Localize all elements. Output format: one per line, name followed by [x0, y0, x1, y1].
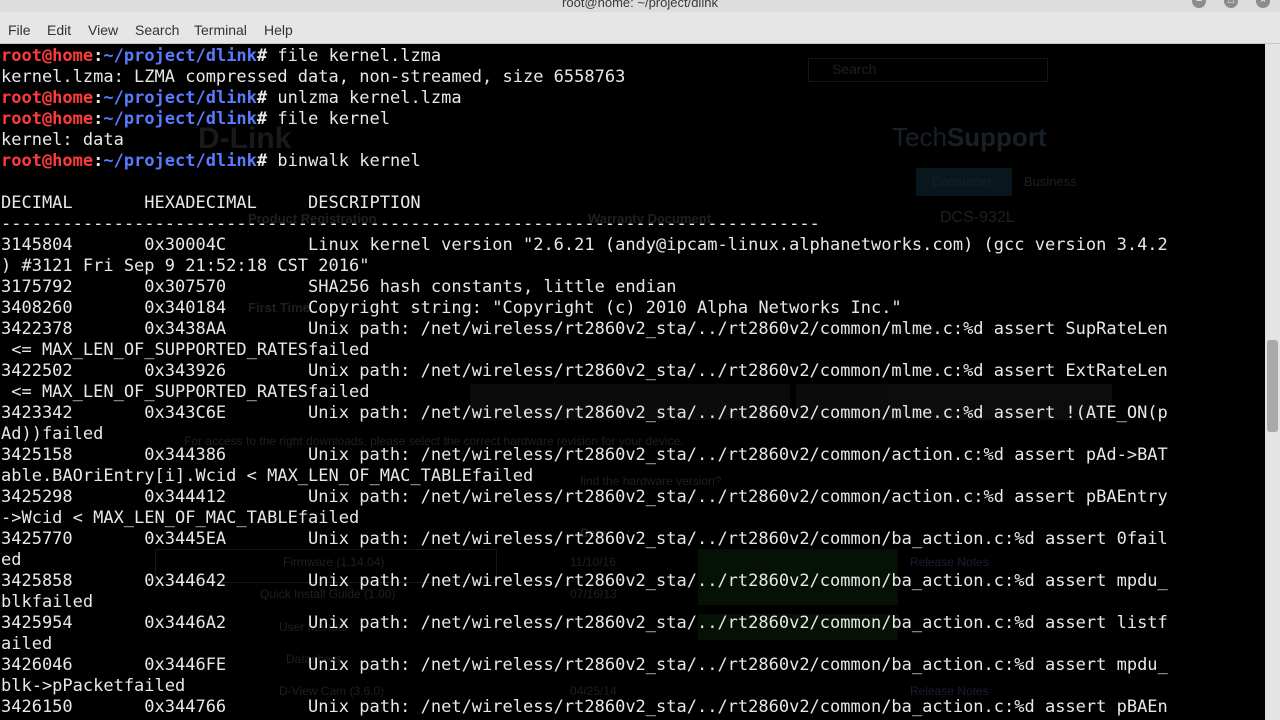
output-text: blk->pPacketfailed: [1, 676, 186, 696]
output-text: 3425858 0x344642 Unix path: /net/wireles…: [1, 571, 1168, 591]
prompt-separator: :: [93, 109, 104, 129]
menu-search[interactable]: Search: [135, 22, 179, 38]
prompt-separator: :: [93, 151, 104, 171]
prompt-user: root@home: [1, 88, 94, 108]
output-text: 3145804 0x30004C Linux kernel version "2…: [1, 235, 1168, 255]
terminal-output-line: 3425158 0x344386 Unix path: /net/wireles…: [1, 445, 1168, 466]
output-text: able.BAOriEntry[i].Wcid < MAX_LEN_OF_MAC…: [1, 466, 534, 486]
command-text: unlzma kernel.lzma: [267, 88, 462, 108]
output-text: ) #3121 Fri Sep 9 21:52:18 CST 2016": [1, 256, 370, 276]
terminal-output-line: ----------------------------------------…: [1, 214, 1168, 235]
terminal-output-line: 3422378 0x3438AA Unix path: /net/wireles…: [1, 319, 1168, 340]
terminal-output-line: ed: [1, 550, 1168, 571]
output-text: 3425158 0x344386 Unix path: /net/wireles…: [1, 445, 1168, 465]
terminal-output-line: kernel: data: [1, 130, 1168, 151]
window-title: root@home: ~/project/dlink: [562, 0, 718, 10]
terminal-command-line: root@home:~/project/dlink# file kernel.l…: [1, 46, 1168, 67]
output-text: blkfailed: [1, 592, 94, 612]
prompt-symbol: #: [256, 46, 268, 66]
menu-terminal[interactable]: Terminal: [194, 22, 247, 38]
output-text: 3175792 0x307570 SHA256 hash constants, …: [1, 277, 677, 297]
terminal-output-line: 3426046 0x3446FE Unix path: /net/wireles…: [1, 655, 1168, 676]
prompt-separator: :: [93, 46, 104, 66]
terminal-output-line: 3426150 0x344766 Unix path: /net/wireles…: [1, 697, 1168, 718]
output-text: <= MAX_LEN_OF_SUPPORTED_RATESfailed: [1, 340, 370, 360]
output-text: kernel.lzma: LZMA compressed data, non-s…: [1, 67, 626, 87]
terminal-command-line: root@home:~/project/dlink# file kernel: [1, 109, 1168, 130]
terminal-area[interactable]: Search D-Link TechSupport Consumer Busin…: [0, 44, 1265, 720]
terminal-output-line: 3425298 0x344412 Unix path: /net/wireles…: [1, 487, 1168, 508]
output-text: 3425954 0x3446A2 Unix path: /net/wireles…: [1, 613, 1168, 633]
output-text: 3426150 0x344766 Unix path: /net/wireles…: [1, 697, 1168, 717]
prompt-symbol: #: [256, 151, 268, 171]
terminal-output-line: ailed: [1, 634, 1168, 655]
terminal-output-line: kernel.lzma: LZMA compressed data, non-s…: [1, 67, 1168, 88]
terminal-output-line: 3425954 0x3446A2 Unix path: /net/wireles…: [1, 613, 1168, 634]
terminal-output-line: 3175792 0x307570 SHA256 hash constants, …: [1, 277, 1168, 298]
output-text: ----------------------------------------…: [1, 214, 820, 234]
terminal-command-line: root@home:~/project/dlink# binwalk kerne…: [1, 151, 1168, 172]
prompt-user: root@home: [1, 151, 94, 171]
output-text: 3422378 0x3438AA Unix path: /net/wireles…: [1, 319, 1168, 339]
prompt-user: root@home: [1, 109, 94, 129]
terminal-output-line: ) #3121 Fri Sep 9 21:52:18 CST 2016": [1, 256, 1168, 277]
command-text: file kernel.lzma: [267, 46, 442, 66]
terminal-output-line: 3408260 0x340184 Copyright string: "Copy…: [1, 298, 1168, 319]
output-text: ailed: [1, 634, 53, 654]
output-text: kernel: data: [1, 130, 124, 150]
output-text: DECIMAL HEXADECIMAL DESCRIPTION: [1, 193, 421, 213]
menu-edit[interactable]: Edit: [47, 22, 71, 38]
prompt-user: root@home: [1, 46, 94, 66]
menu-bar: File Edit View Search Terminal Help: [0, 12, 1280, 44]
output-text: 3425298 0x344412 Unix path: /net/wireles…: [1, 487, 1168, 507]
output-text: ed: [1, 550, 22, 570]
menu-file[interactable]: File: [8, 22, 31, 38]
terminal-output: root@home:~/project/dlink# file kernel.l…: [1, 46, 1168, 718]
output-text: 3425770 0x3445EA Unix path: /net/wireles…: [1, 529, 1168, 549]
prompt-symbol: #: [256, 109, 268, 129]
terminal-output-line: DECIMAL HEXADECIMAL DESCRIPTION: [1, 193, 1168, 214]
command-text: binwalk kernel: [267, 151, 421, 171]
output-text: 3408260 0x340184 Copyright string: "Copy…: [1, 298, 902, 318]
prompt-separator: :: [93, 88, 104, 108]
prompt-path: ~/project/dlink: [103, 151, 257, 171]
terminal-output-line: 3425858 0x344642 Unix path: /net/wireles…: [1, 571, 1168, 592]
terminal-output-line: <= MAX_LEN_OF_SUPPORTED_RATESfailed: [1, 340, 1168, 361]
output-text: 3422502 0x343926 Unix path: /net/wireles…: [1, 361, 1168, 381]
menu-help[interactable]: Help: [264, 22, 293, 38]
output-text: 3423342 0x343C6E Unix path: /net/wireles…: [1, 403, 1168, 423]
terminal-output-line: ->Wcid < MAX_LEN_OF_MAC_TABLEfailed: [1, 508, 1168, 529]
output-text: Ad))failed: [1, 424, 104, 444]
terminal-output-line: blkfailed: [1, 592, 1168, 613]
terminal-output-line: 3145804 0x30004C Linux kernel version "2…: [1, 235, 1168, 256]
terminal-scrollbar[interactable]: [1265, 44, 1280, 720]
terminal-output-line: able.BAOriEntry[i].Wcid < MAX_LEN_OF_MAC…: [1, 466, 1168, 487]
terminal-output-line: blk->pPacketfailed: [1, 676, 1168, 697]
scrollbar-thumb[interactable]: [1267, 340, 1278, 432]
terminal-output-line: 3425770 0x3445EA Unix path: /net/wireles…: [1, 529, 1168, 550]
prompt-symbol: #: [256, 88, 268, 108]
window-titlebar: root@home: ~/project/dlink – □ ×: [0, 0, 1280, 12]
terminal-output-line: <= MAX_LEN_OF_SUPPORTED_RATESfailed: [1, 382, 1168, 403]
terminal-output-line: Ad))failed: [1, 424, 1168, 445]
terminal-command-line: root@home:~/project/dlink# unlzma kernel…: [1, 88, 1168, 109]
terminal-output-line: 3423342 0x343C6E Unix path: /net/wireles…: [1, 403, 1168, 424]
output-text: <= MAX_LEN_OF_SUPPORTED_RATESfailed: [1, 382, 370, 402]
output-text: ->Wcid < MAX_LEN_OF_MAC_TABLEfailed: [1, 508, 360, 528]
prompt-path: ~/project/dlink: [103, 109, 257, 129]
prompt-path: ~/project/dlink: [103, 46, 257, 66]
command-text: file kernel: [267, 109, 390, 129]
terminal-output-line: 3422502 0x343926 Unix path: /net/wireles…: [1, 361, 1168, 382]
output-text: 3426046 0x3446FE Unix path: /net/wireles…: [1, 655, 1168, 675]
prompt-path: ~/project/dlink: [103, 88, 257, 108]
menu-view[interactable]: View: [88, 22, 118, 38]
